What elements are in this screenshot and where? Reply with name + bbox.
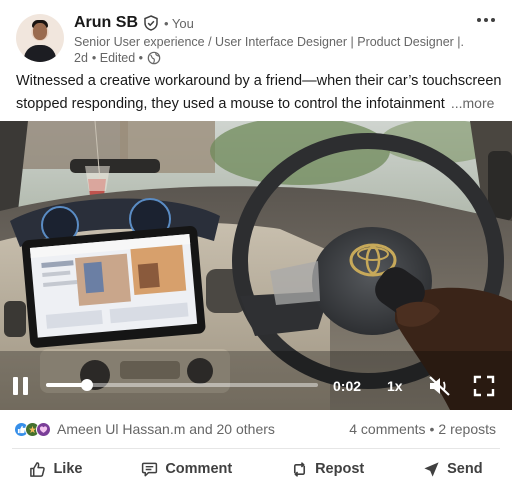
comments-count-link[interactable]: 4 comments [349,421,425,437]
see-more-link[interactable]: ...more [451,95,495,111]
repost-label: Repost [315,461,365,477]
comment-icon [142,462,158,476]
reposts-count-link[interactable]: 2 reposts [438,421,496,437]
divider [12,448,500,449]
video-progress-handle[interactable] [80,379,93,391]
support-reaction-icon [36,421,51,437]
verified-shield-icon [144,15,158,31]
engagement-counts: 4 comments • 2 reposts [349,421,496,437]
post-meta: 2d • Edited • [74,51,161,65]
video-controls: 0:02 1x [0,356,512,410]
like-button[interactable]: Like [19,455,92,484]
post-text-line2: stopped responding, they used a mouse to… [16,96,445,112]
video-current-time: 0:02 [333,378,362,394]
post-timestamp: 2d [74,51,88,65]
reactors-link[interactable]: Ameen Ul Hassan.m and 20 others [57,421,275,437]
fullscreen-icon[interactable] [473,375,495,397]
dot [484,18,488,22]
video-player[interactable]: 0:02 1x [0,121,512,410]
author-name[interactable]: Arun SB [74,14,138,32]
relation-label: • You [164,15,194,31]
like-label: Like [53,461,83,477]
author-name-row: Arun SB • You [74,14,194,32]
send-label: Send [447,461,483,477]
counts-separator: • [429,421,435,437]
dot [477,18,481,22]
thumbs-up-icon [30,461,46,477]
pause-bar [23,377,28,395]
avatar-torso [24,45,56,62]
post-text: Witnessed a creative workaround by a fri… [16,70,502,115]
post-text-line: Witnessed a creative workaround by a fri… [16,73,502,89]
comment-label: Comment [165,461,233,477]
avatar-head [33,23,47,40]
dot [491,18,495,22]
send-button[interactable]: Send [413,455,492,484]
edited-label: • Edited • [91,51,144,65]
post-text-line: stopped responding, they used a mouse to… [16,92,498,115]
author-headline: Senior User experience / User Interface … [74,35,464,49]
pause-bar [13,377,18,395]
reaction-icons[interactable] [14,421,51,437]
more-options-icon[interactable] [474,12,498,28]
author-avatar[interactable] [16,14,64,62]
video-progress-bar[interactable] [46,379,318,391]
feed-post-card: Arun SB • You Senior User experience / U… [0,0,512,488]
social-counts: Ameen Ul Hassan.m and 20 others [14,418,275,440]
repost-icon [294,461,306,477]
send-icon [424,461,439,477]
repost-button[interactable]: Repost [281,455,374,484]
post-action-bar: Like Comment Repost Send [0,452,512,486]
playback-speed-button[interactable]: 1x [387,378,403,394]
pause-icon[interactable] [12,377,30,395]
comment-button[interactable]: Comment [131,455,242,484]
globe-icon [147,51,161,65]
volume-muted-icon[interactable] [428,375,452,397]
